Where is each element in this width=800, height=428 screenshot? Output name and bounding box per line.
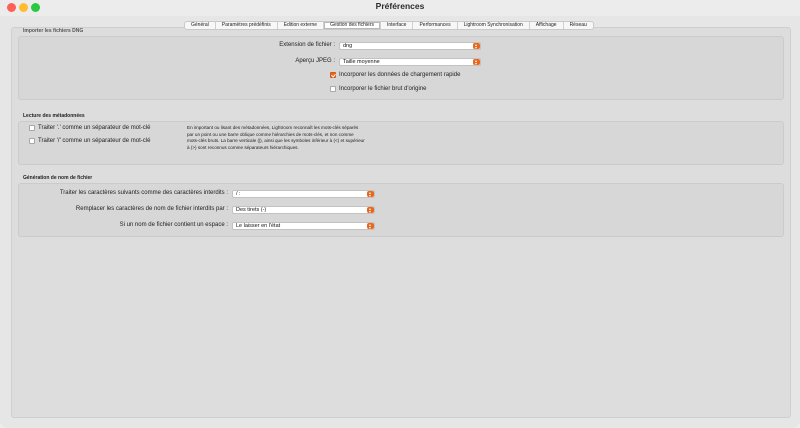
space-handling-label: Si un nom de fichier contient un espace … — [119, 222, 228, 228]
jpeg-preview-value: Taille moyenne — [343, 59, 380, 65]
preferences-window: Préférences Général Paramètres prédéfini… — [0, 0, 800, 428]
dng-settings-group: Extension de fichier : dng Aperçu JPEG :… — [18, 36, 784, 100]
slash-separator-label: Traiter '/' comme un séparateur de mot-c… — [38, 138, 151, 144]
chevron-updown-icon — [473, 43, 480, 49]
tab-performance[interactable]: Performances — [413, 22, 458, 29]
filename-settings-group: Traiter les caractères suivants comme de… — [18, 183, 784, 237]
file-extension-label: Extension de fichier : — [279, 42, 335, 48]
tab-lightroom-sync[interactable]: Lightroom Synchronisation — [458, 22, 530, 29]
dot-separator-checkbox[interactable] — [29, 125, 35, 131]
slash-separator-option[interactable]: Traiter '/' comme un séparateur de mot-c… — [29, 138, 150, 144]
metadata-section-label: Lecture des métadonnées — [23, 113, 85, 119]
embed-raw-option[interactable]: Incorporer le fichier brut d'origine — [330, 86, 427, 92]
tab-display[interactable]: Affichage — [530, 22, 564, 29]
tab-external-editing[interactable]: Edition externe — [278, 22, 325, 29]
jpeg-preview-select[interactable]: Taille moyenne — [339, 58, 481, 66]
illegal-characters-label: Traiter les caractères suivants comme de… — [59, 190, 228, 196]
chevron-updown-icon — [367, 207, 374, 213]
tab-general[interactable]: Général — [185, 22, 216, 29]
window-title: Préférences — [375, 1, 425, 11]
replace-characters-select[interactable]: Des tirets (-) — [232, 206, 375, 214]
replace-characters-label: Remplacer les caractères de nom de fichi… — [75, 206, 228, 212]
jpeg-preview-label: Aperçu JPEG : — [295, 58, 335, 64]
tab-interface[interactable]: Interface — [381, 22, 414, 29]
dot-separator-option[interactable]: Traiter '.' comme un séparateur de mot-c… — [29, 125, 150, 131]
metadata-description: En important ou lisant des métadonnées, … — [187, 125, 365, 150]
title-bar: Préférences — [0, 0, 800, 16]
dot-separator-label: Traiter '.' comme un séparateur de mot-c… — [38, 125, 151, 131]
tab-content-panel: Importer les fichiers DNG Extension de f… — [11, 27, 791, 418]
embed-raw-checkbox[interactable] — [330, 86, 336, 92]
tab-presets[interactable]: Paramètres prédéfinis — [216, 22, 278, 29]
illegal-characters-value: / : — [236, 191, 241, 197]
space-handling-select[interactable]: Le laisser en l'état — [232, 222, 375, 230]
embed-raw-label: Incorporer le fichier brut d'origine — [339, 86, 427, 92]
metadata-settings-group: Traiter '.' comme un séparateur de mot-c… — [18, 121, 784, 165]
fast-load-data-checkbox[interactable] — [330, 72, 336, 78]
space-handling-value: Le laisser en l'état — [236, 223, 281, 229]
fast-load-data-label: Incorporer les données de chargement rap… — [339, 72, 461, 78]
illegal-characters-select[interactable]: / : — [232, 190, 375, 198]
file-extension-select[interactable]: dng — [339, 42, 481, 50]
file-extension-value: dng — [343, 43, 353, 49]
chevron-updown-icon — [473, 59, 480, 65]
dng-section-label: Importer les fichiers DNG — [23, 28, 84, 34]
tab-network[interactable]: Réseau — [564, 22, 593, 29]
chevron-updown-icon — [367, 191, 374, 197]
slash-separator-checkbox[interactable] — [29, 138, 35, 144]
filename-section-label: Génération de nom de fichier — [23, 175, 93, 181]
preferences-tab-bar: Général Paramètres prédéfinis Edition ex… — [184, 21, 594, 30]
chevron-updown-icon — [367, 223, 374, 229]
fast-load-data-option[interactable]: Incorporer les données de chargement rap… — [330, 72, 460, 78]
tab-file-handling[interactable]: Gestion des fichiers — [324, 22, 381, 29]
replace-characters-value: Des tirets (-) — [236, 207, 267, 213]
